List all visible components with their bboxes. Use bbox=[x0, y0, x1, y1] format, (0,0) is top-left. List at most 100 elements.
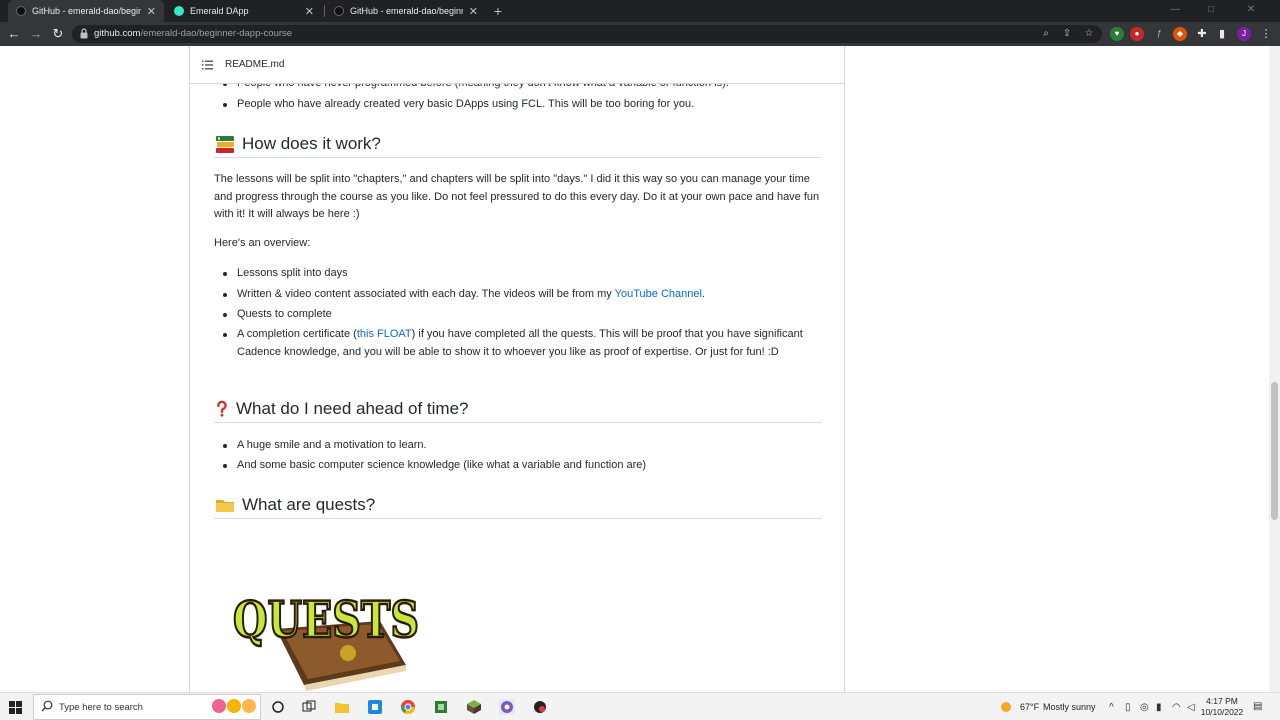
taskbar-clock[interactable]: 4:17 PM 10/10/2022 bbox=[1198, 696, 1246, 718]
page-scrollbar[interactable] bbox=[1269, 46, 1280, 692]
clock-date: 10/10/2022 bbox=[1200, 707, 1244, 717]
share-icon[interactable]: ⇪ bbox=[1061, 28, 1073, 40]
extension-shield-icon[interactable]: ♥ bbox=[1110, 27, 1124, 41]
list-item-text: Written & video content associated with … bbox=[237, 288, 615, 300]
table-of-contents-icon[interactable] bbox=[202, 60, 213, 70]
heading-text: How does it work? bbox=[242, 133, 381, 153]
readme-filename: README.md bbox=[225, 59, 285, 70]
github-icon bbox=[16, 6, 26, 16]
question-mark-icon bbox=[217, 400, 227, 417]
emerald-icon bbox=[174, 6, 184, 16]
quests-logo-text: QUESTS bbox=[233, 590, 419, 649]
back-icon[interactable]: ← bbox=[6, 26, 22, 42]
extension-red-icon[interactable]: ● bbox=[1130, 27, 1144, 41]
list-item: And some basic computer science knowledg… bbox=[223, 457, 822, 475]
search-icon bbox=[41, 700, 53, 712]
search-placeholder: Type here to search bbox=[59, 702, 143, 713]
weather-temp[interactable]: 67°F bbox=[1020, 702, 1039, 712]
youtube-channel-link[interactable]: YouTube Channel bbox=[615, 288, 702, 300]
zoom-icon[interactable]: ⌕ bbox=[1040, 28, 1052, 40]
tab-github-2[interactable]: GitHub - emerald-dao/beginner- ✕ bbox=[326, 0, 486, 22]
search-highlight-icon[interactable] bbox=[227, 699, 241, 713]
tray-chevron-up-icon[interactable]: ^ bbox=[1109, 702, 1114, 713]
heading-how-does-it-work: How does it work? bbox=[214, 130, 822, 158]
file-explorer-icon[interactable] bbox=[334, 699, 350, 715]
search-highlight-icon[interactable] bbox=[242, 699, 256, 713]
clock-time: 4:17 PM bbox=[1206, 696, 1238, 706]
list-item-text: A completion certificate ( bbox=[237, 328, 357, 340]
wifi-icon[interactable]: ◠ bbox=[1172, 702, 1181, 713]
notifications-icon[interactable]: ▤ bbox=[1253, 701, 1262, 712]
url-domain: github.com bbox=[94, 28, 141, 39]
search-highlight-icon[interactable] bbox=[212, 699, 226, 713]
tray-network-icon[interactable]: ◎ bbox=[1140, 702, 1149, 713]
chrome-icon[interactable] bbox=[400, 699, 416, 715]
readme-header: README.md bbox=[190, 46, 844, 84]
tab-github-active[interactable]: GitHub - emerald-dao/beginner- ✕ bbox=[8, 0, 164, 22]
tab-emerald-dapp[interactable]: Emerald DApp ✕ bbox=[166, 0, 322, 22]
taskbar-search[interactable]: Type here to search bbox=[33, 694, 261, 720]
app-dark-icon[interactable] bbox=[532, 699, 548, 715]
menu-kebab-icon[interactable]: ⋮ bbox=[1259, 27, 1273, 41]
windows-start-icon[interactable] bbox=[9, 701, 22, 714]
close-icon[interactable]: ✕ bbox=[305, 5, 314, 18]
close-window-icon[interactable]: ✕ bbox=[1236, 0, 1266, 22]
forward-icon[interactable]: → bbox=[28, 26, 44, 42]
maximize-icon[interactable]: □ bbox=[1196, 0, 1226, 22]
profile-avatar[interactable]: J bbox=[1237, 27, 1251, 41]
chrome-profile-icon[interactable] bbox=[499, 699, 515, 715]
float-link[interactable]: this FLOAT bbox=[357, 328, 412, 340]
heading-text: What do I need ahead of time? bbox=[236, 398, 469, 418]
reload-icon[interactable]: ↻ bbox=[50, 26, 66, 42]
volume-icon[interactable]: ◁ bbox=[1187, 702, 1195, 713]
tab-title: Emerald DApp bbox=[190, 6, 249, 16]
tray-device-icon[interactable]: ▯ bbox=[1125, 702, 1131, 713]
folder-icon bbox=[216, 499, 234, 512]
heading-text: What are quests? bbox=[242, 494, 376, 514]
quests-book-image: QUESTS bbox=[232, 589, 420, 691]
weather-sun-icon[interactable] bbox=[998, 699, 1014, 715]
github-icon bbox=[334, 6, 344, 16]
list-item: Quests to complete bbox=[223, 306, 822, 324]
url-text: github.com/emerald-dao/beginner-dapp-cou… bbox=[94, 28, 292, 39]
task-view-icon[interactable] bbox=[301, 699, 317, 715]
vscode-icon[interactable] bbox=[367, 699, 383, 715]
heading-what-do-i-need: What do I need ahead of time? bbox=[214, 395, 822, 423]
list-item: Written & video content associated with … bbox=[223, 286, 822, 304]
tab-divider bbox=[324, 5, 325, 17]
tab-title: GitHub - emerald-dao/beginner- bbox=[32, 6, 141, 16]
close-icon[interactable]: ✕ bbox=[147, 5, 156, 18]
paragraph: The lessons will be split into "chapters… bbox=[214, 173, 820, 220]
books-icon bbox=[216, 135, 234, 153]
minecraft-icon[interactable] bbox=[466, 699, 482, 715]
address-bar[interactable]: github.com/emerald-dao/beginner-dapp-cou… bbox=[72, 25, 1102, 43]
scrollbar-thumb[interactable] bbox=[1271, 382, 1278, 520]
readme-panel: README.md People who have never programm… bbox=[189, 46, 845, 692]
weather-desc[interactable]: Mostly sunny bbox=[1043, 702, 1096, 712]
side-panel-icon[interactable]: ▮ bbox=[1215, 27, 1229, 41]
bookmark-star-icon[interactable]: ☆ bbox=[1083, 28, 1095, 40]
list-item: A completion certificate (this FLOAT) if… bbox=[223, 326, 822, 361]
browser-toolbar: ← → ↻ github.com/emerald-dao/beginner-da… bbox=[0, 22, 1280, 46]
minimize-icon[interactable]: — bbox=[1160, 0, 1190, 22]
lock-icon bbox=[80, 28, 88, 39]
tab-title: GitHub - emerald-dao/beginner- bbox=[350, 6, 463, 16]
new-tab-icon[interactable]: + bbox=[490, 3, 506, 19]
list-item: A huge smile and a motivation to learn. bbox=[223, 437, 822, 455]
app-icon[interactable] bbox=[433, 699, 449, 715]
heading-what-are-quests: What are quests? bbox=[214, 491, 822, 519]
list-item-text: . bbox=[701, 288, 705, 300]
windows-taskbar: Type here to search 67°F Mostly sunny ^ … bbox=[0, 692, 1280, 720]
metamask-icon[interactable]: ◆ bbox=[1173, 27, 1187, 41]
list-item: Lessons split into days bbox=[223, 265, 822, 283]
extensions-puzzle-icon[interactable]: ✚ bbox=[1195, 27, 1209, 41]
url-path: /emerald-dao/beginner-dapp-course bbox=[140, 28, 293, 39]
cortana-icon[interactable] bbox=[270, 699, 286, 715]
close-icon[interactable]: ✕ bbox=[469, 5, 478, 18]
microphone-icon[interactable]: ▮ bbox=[1156, 702, 1162, 713]
paragraph: Here's an overview: bbox=[214, 237, 311, 249]
list-item: People who have already created very bas… bbox=[223, 96, 822, 114]
extension-fx-icon[interactable]: ƒ bbox=[1152, 27, 1166, 41]
tab-strip: GitHub - emerald-dao/beginner- ✕ Emerald… bbox=[0, 0, 1280, 22]
page-viewport: README.md People who have never programm… bbox=[0, 46, 1280, 692]
